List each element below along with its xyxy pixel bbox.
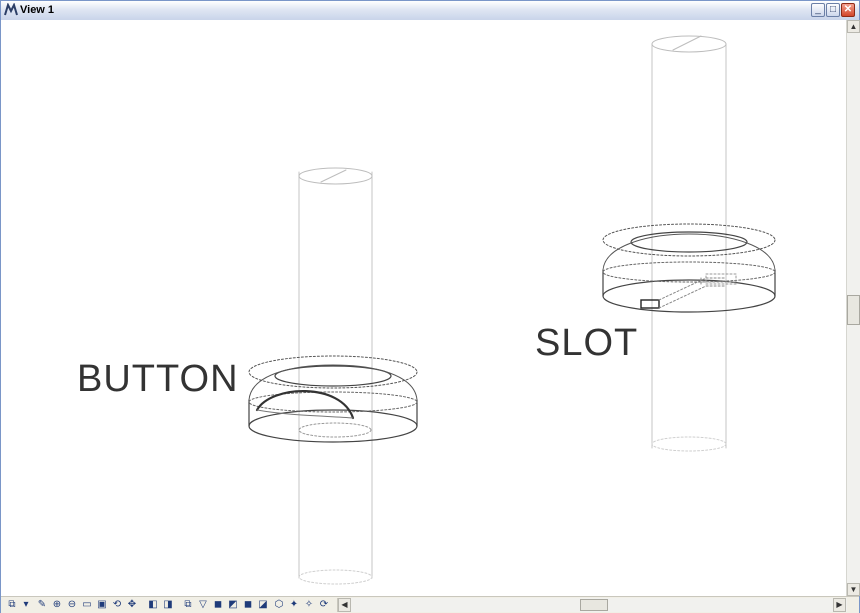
view-attributes-icon[interactable]: ⧉ <box>5 598 19 612</box>
copy-view-icon[interactable]: ⧉ <box>181 598 195 612</box>
view-previous-icon[interactable]: ◧ <box>146 598 160 612</box>
horizontal-scrollbar[interactable]: ◀ ▶ <box>337 598 847 612</box>
zoom-in-icon[interactable]: ⊕ <box>50 598 64 612</box>
microstation-app-icon <box>4 3 18 16</box>
render-icon[interactable]: ◪ <box>256 598 270 612</box>
window-title: View 1 <box>20 4 55 16</box>
slot-label: SLOT <box>535 322 639 364</box>
scroll-up-button[interactable]: ▲ <box>847 20 860 33</box>
view-next-icon[interactable]: ◨ <box>161 598 175 612</box>
slot-model <box>602 35 776 452</box>
title-bar[interactable]: View 1 _ □ ✕ <box>1 1 859 21</box>
scroll-down-button[interactable]: ▼ <box>847 583 860 596</box>
close-button[interactable]: ✕ <box>841 3 855 17</box>
lighting-icon[interactable]: ✦ <box>287 598 301 612</box>
vertical-scroll-thumb[interactable] <box>847 295 860 325</box>
select-tool-icon[interactable]: ✧ <box>302 598 316 612</box>
view-control-bar: ⧉ ▾ ✎ ⊕ ⊖ ▭ ▣ ⟲ ✥ ◧ ◨ ⧉ ▽ ◼ ◩ ◼ ◪ ⬡ ✦ ✧ ⟳ ◀ ▶ <box>1 596 859 613</box>
pan-view-icon[interactable]: ✥ <box>125 598 139 612</box>
dropdown-arrow-icon[interactable]: ▾ <box>19 598 33 612</box>
horizontal-scroll-thumb[interactable] <box>580 599 608 611</box>
button-model <box>248 167 418 585</box>
saved-view-icon[interactable]: ◩ <box>226 598 240 612</box>
maximize-button[interactable]: □ <box>826 3 840 17</box>
minimize-button[interactable]: _ <box>811 3 825 17</box>
display-icon[interactable]: ⬡ <box>272 598 286 612</box>
zoom-out-icon[interactable]: ⊖ <box>65 598 79 612</box>
view-window: View 1 _ □ ✕ BUTTON SLOT ▲ ▼ ⧉ ▾ ✎ ⊕ ⊖ ▭… <box>0 0 860 613</box>
vertical-scrollbar[interactable]: ▲ ▼ <box>846 20 860 596</box>
window-area-icon[interactable]: ▭ <box>80 598 94 612</box>
refresh-icon[interactable]: ⟳ <box>317 598 331 612</box>
display-style-icon[interactable]: ◼ <box>211 598 225 612</box>
fit-view-icon[interactable]: ▣ <box>95 598 109 612</box>
camera-icon[interactable]: ◼ <box>241 598 255 612</box>
rotate-view-icon[interactable]: ⟲ <box>110 598 124 612</box>
scroll-left-button[interactable]: ◀ <box>338 598 351 612</box>
cad-drawing[interactable] <box>1 20 846 596</box>
update-view-icon[interactable]: ✎ <box>35 598 49 612</box>
scroll-right-button[interactable]: ▶ <box>833 598 846 612</box>
button-label: BUTTON <box>77 358 239 400</box>
drawing-viewport[interactable]: BUTTON SLOT <box>1 20 846 596</box>
clip-volume-icon[interactable]: ▽ <box>196 598 210 612</box>
